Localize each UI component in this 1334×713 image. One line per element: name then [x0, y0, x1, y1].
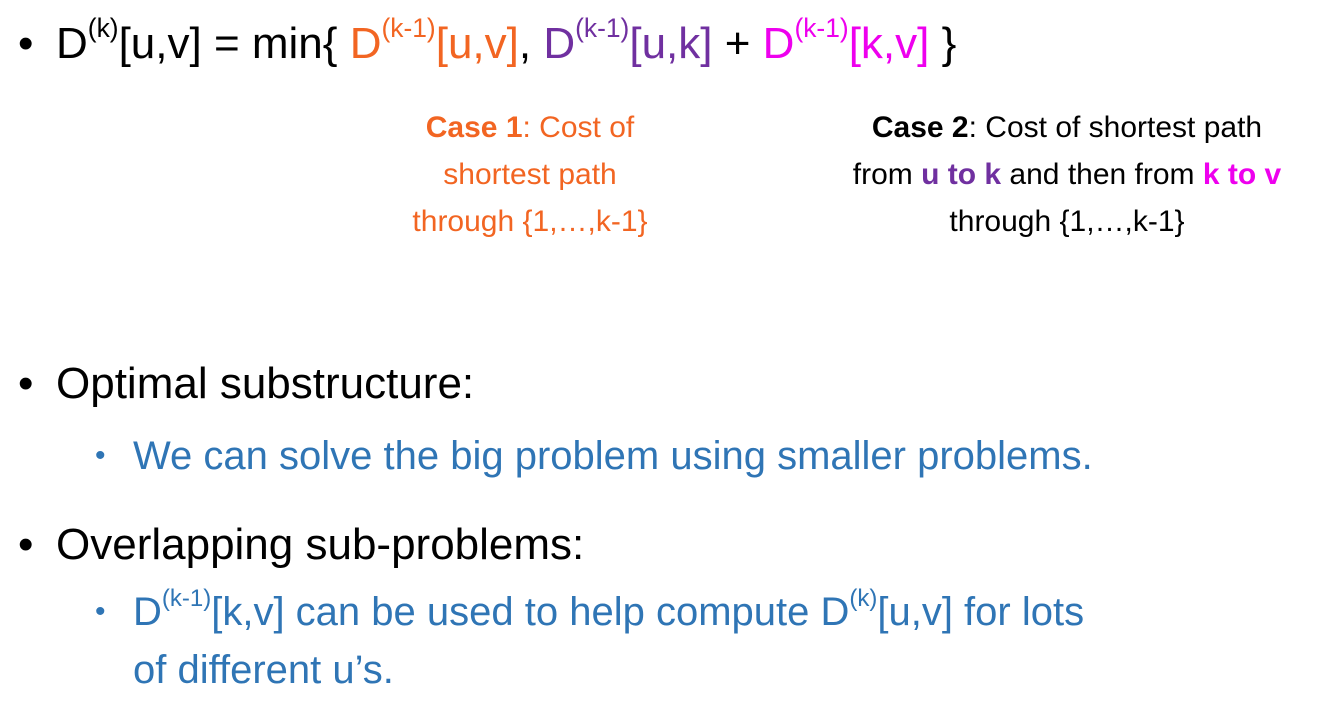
overlap-text-line2: of different u’s. — [133, 648, 394, 692]
case2-line1-text: : Cost of shortest path — [968, 111, 1263, 144]
case2-line2-from: from — [852, 158, 922, 191]
case1-annotation: Case 1: Cost of shortest path through {1… — [370, 104, 690, 245]
overlap-term-symbol: D — [133, 590, 162, 634]
formula-comma: , — [518, 19, 544, 68]
overlapping-subproblems-title: Overlapping sub-problems: — [56, 520, 585, 569]
term3-args: [k,v] — [848, 19, 930, 68]
formula-equals-min: = min{ — [201, 19, 350, 68]
recurrence-formula: • D(k)[u,v] = min{ D(k-1)[u,v], D(k-1)[u,… — [18, 14, 956, 74]
formula-close-brace: } — [929, 19, 957, 68]
case2-label: Case 2 — [871, 111, 969, 144]
optimal-substructure-point: • We can solve the big problem using smal… — [95, 428, 1093, 484]
term3-superscript: (k-1) — [794, 12, 849, 43]
optimal-substructure-text: We can solve the big problem using small… — [133, 434, 1093, 478]
case2-annotation: Case 2: Cost of shortest path from u to … — [800, 104, 1334, 245]
formula-lhs-superscript: (k) — [87, 12, 119, 43]
case1-label: Case 1 — [425, 111, 523, 144]
case1-line1: Case 1: Cost of — [370, 104, 690, 151]
overlap-target-superscript: (k) — [849, 584, 878, 612]
overlap-text-middle: [k,v] can be used to help compute D — [211, 590, 850, 634]
formula-lhs-symbol: D — [56, 19, 88, 68]
overlapping-subproblems-point-continued: of different u’s. — [133, 642, 394, 698]
overlap-term-superscript: (k-1) — [161, 584, 212, 612]
term1-args: [u,v] — [435, 19, 519, 68]
case1-line1-text: : Cost of — [522, 111, 635, 144]
term2-args: [u,k] — [629, 19, 713, 68]
formula-lhs: D(k)[u,v] — [56, 15, 202, 68]
formula-term-k-to-v: D(k-1)[k,v] — [762, 15, 930, 68]
term3-symbol: D — [762, 19, 795, 68]
overlapping-subproblems-heading: • Overlapping sub-problems: — [18, 517, 584, 573]
case1-line3: through {1,…,k-1} — [412, 205, 648, 238]
formula-term-case1: D(k-1)[u,v] — [349, 15, 519, 68]
sub-bullet-icon: • — [95, 439, 106, 472]
case2-line2: from u to k and then from k to v — [800, 151, 1334, 198]
case1-line2: shortest path — [443, 158, 617, 191]
optimal-substructure-heading: • Optimal substructure: — [18, 356, 474, 412]
term2-superscript: (k-1) — [575, 12, 630, 43]
case2-k-to-v: k to v — [1202, 158, 1282, 191]
overlapping-subproblems-point: • D(k-1)[k,v] can be used to help compute… — [95, 584, 1084, 640]
case2-line3: through {1,…,k-1} — [949, 205, 1185, 238]
term1-superscript: (k-1) — [381, 12, 436, 43]
bullet-icon: • — [18, 359, 34, 408]
overlap-text-end: [u,v] for lots — [877, 590, 1085, 634]
bullet-icon: • — [18, 19, 34, 68]
term2-symbol: D — [543, 19, 576, 68]
case2-u-to-k: u to k — [921, 158, 1002, 191]
case2-line2-and-then: and then from — [1001, 158, 1203, 191]
bullet-icon: • — [18, 520, 34, 569]
formula-lhs-args: [u,v] — [118, 19, 202, 68]
sub-bullet-icon: • — [95, 595, 106, 628]
case2-line1: Case 2: Cost of shortest path — [800, 104, 1334, 151]
term1-symbol: D — [349, 19, 382, 68]
formula-plus: + — [712, 19, 763, 68]
optimal-substructure-title: Optimal substructure: — [56, 359, 475, 408]
formula-term-u-to-k: D(k-1)[u,k] — [543, 15, 713, 68]
